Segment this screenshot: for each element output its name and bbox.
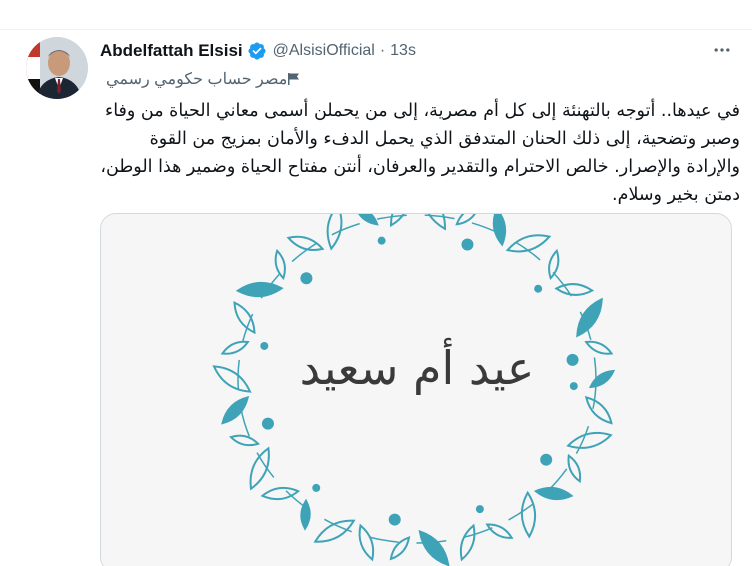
wreath-berry (475, 505, 484, 514)
card-greeting-text: عيد أم سعيد (300, 338, 535, 396)
verified-badge-icon (248, 42, 266, 60)
tweet-timestamp[interactable]: 13s (390, 42, 416, 60)
wreath-berry (260, 341, 269, 350)
tweet-header: Abdelfattah Elsisi @AlsisiOfficial · 13s (100, 40, 416, 62)
mothers-day-card: عيد أم سعيد (101, 214, 731, 566)
wreath-berry (312, 483, 321, 492)
wreath-berry (388, 513, 401, 526)
wreath-berry (377, 236, 386, 245)
wreath-berry (300, 272, 313, 285)
wreath-berry (261, 417, 274, 430)
tweet-text: في عيدها.. أتوجه بالتهنئة إلى كل أم مصري… (100, 101, 740, 205)
more-options-icon[interactable] (710, 38, 734, 62)
tweet-article[interactable]: Abdelfattah Elsisi @AlsisiOfficial · 13s… (0, 0, 752, 566)
account-label[interactable]: مصر حساب حكومي رسمي (100, 68, 301, 90)
wreath-berry (566, 353, 579, 366)
tweet-media-image[interactable]: عيد أم سعيد (100, 213, 732, 566)
wreath-berry (534, 284, 543, 293)
wreath-berry (540, 453, 553, 466)
avatar[interactable] (26, 37, 88, 99)
author-name[interactable]: Abdelfattah Elsisi (100, 41, 243, 61)
wreath-berry (569, 382, 578, 391)
author-handle[interactable]: @AlsisiOfficial (273, 42, 375, 60)
wreath-berry (461, 238, 474, 251)
account-label-text: مصر حساب حكومي رسمي (106, 71, 288, 88)
separator-dot: · (379, 42, 386, 59)
government-flag-icon (288, 73, 300, 85)
